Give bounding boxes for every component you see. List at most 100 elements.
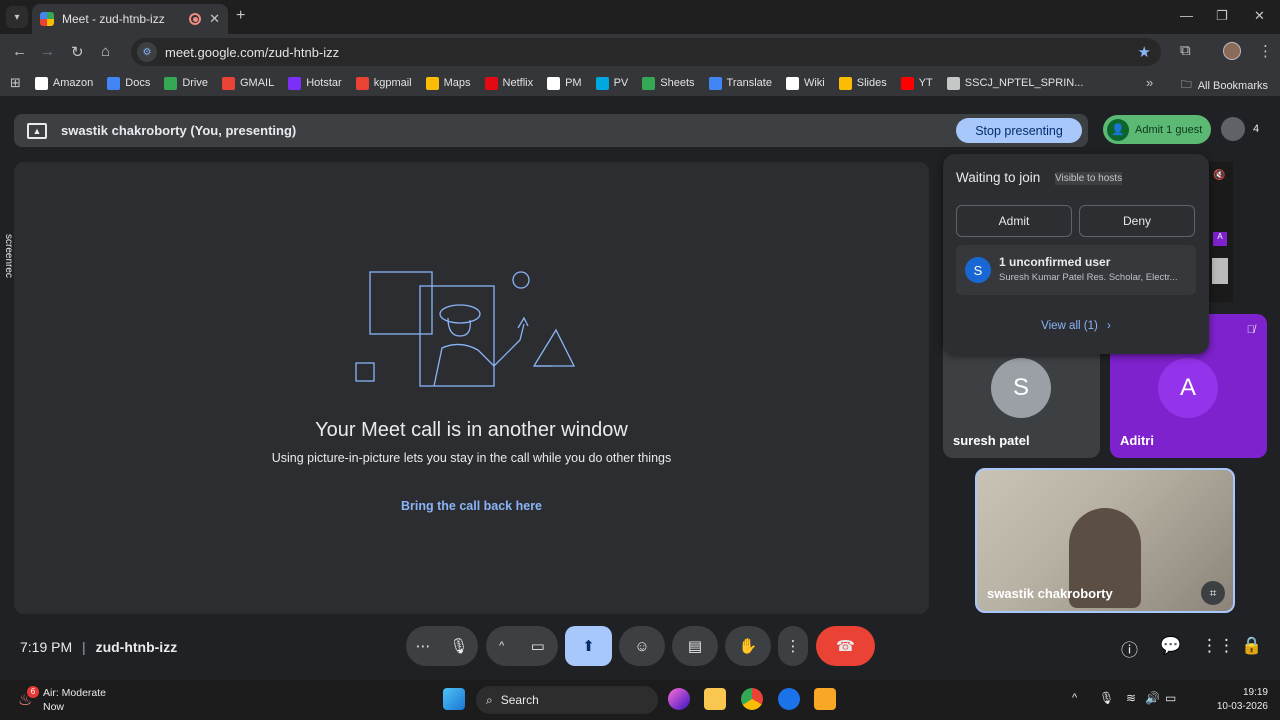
bookmark-item[interactable]: kgpmail [355,76,412,90]
deny-button[interactable]: Deny [1079,205,1195,237]
copilot-icon[interactable] [668,688,690,710]
bookmark-item[interactable]: Docs [107,76,150,90]
address-bar[interactable]: ⚙ meet.google.com/zud-htnb-izz ★ [131,38,1161,66]
profile-avatar[interactable] [1223,42,1241,60]
meeting-info-icon[interactable]: ⓘ [1121,636,1138,661]
meet-app: screenrec ▲ swastik chakroborty (You, pr… [0,96,1280,680]
forward-icon[interactable]: → [40,43,55,60]
taskbar-search[interactable]: ⌕ Search [476,686,658,714]
window-close-icon[interactable]: ✕ [1254,8,1265,24]
crop-icon[interactable]: ⌗ [1201,581,1225,605]
waiting-user-title: 1 unconfirmed user [999,255,1111,269]
stop-presenting-button[interactable]: Stop presenting [956,118,1082,143]
bookmark-item[interactable]: Drive [164,76,208,90]
browser-tab[interactable]: Meet - zud-htnb-izz ✕ [32,4,228,34]
weather-sub: Now [43,701,65,713]
apps-grid-icon[interactable]: ⊞ [10,75,21,91]
bookmark-label: GMAIL [240,77,275,89]
microphone-icon[interactable]: 🎙 [449,637,468,655]
bookmark-label: PV [613,77,629,89]
bookmark-item[interactable]: Netflix [484,76,533,90]
bookmark-star-icon[interactable]: ★ [1138,43,1151,61]
weather-title: Air: Moderate [43,687,107,699]
people-button[interactable]: 4 [1221,117,1259,141]
chrome-icon[interactable] [741,688,763,710]
more-options-button[interactable]: ⋮ [778,626,808,666]
all-bookmarks[interactable]: 🗀 All Bookmarks [1181,76,1268,95]
bookmark-item[interactable]: Maps [425,76,471,90]
extensions-icon[interactable]: ⧉ [1180,42,1191,59]
bookmark-label: Sheets [660,77,695,89]
bookmark-label: kgpmail [373,77,412,89]
emoji-icon: ☺ [634,637,650,655]
battery-icon[interactable]: ▭ [1165,691,1176,705]
bookmark-item[interactable]: SSCJ_NPTEL_SPRIN... [946,76,1083,90]
new-tab-button[interactable]: + [236,7,245,25]
tray-mic-icon[interactable]: 🎙 [1099,691,1114,705]
view-all-link[interactable]: View all (1) › [943,320,1209,332]
bookmark-item[interactable]: Slides [838,76,887,90]
back-icon[interactable]: ← [12,43,27,60]
all-bookmarks-label: All Bookmarks [1197,79,1268,92]
tab-close-icon[interactable]: ✕ [209,11,220,27]
bookmark-item[interactable]: YT [900,76,933,90]
bookmark-label: Translate [726,77,772,89]
system-clock[interactable]: 19:19 10-03-2026 [1217,686,1268,714]
presenting-bar: ▲ swastik chakroborty (You, presenting) … [14,114,1088,147]
host-controls-icon[interactable]: 🔒 [1241,636,1262,656]
bookmark-item[interactable]: GMAIL [222,76,275,90]
tray-overflow-icon[interactable]: ^ [1072,692,1077,704]
camera-icon[interactable]: ▭ [531,637,545,655]
bookmark-item[interactable]: PV [595,76,629,90]
tab-search-icon[interactable]: ▾ [6,6,28,28]
file-explorer-icon[interactable] [704,688,726,710]
bookmark-item[interactable]: Wiki [785,76,825,90]
audio-options-icon[interactable]: ⋯ [415,637,430,655]
bookmark-item[interactable]: Translate [708,76,772,90]
home-icon[interactable]: ⌂ [101,43,110,60]
admit-button[interactable]: Admit [956,205,1072,237]
bookmark-item[interactable]: PM [547,76,582,90]
waiting-title: Waiting to join [956,170,1041,185]
bring-call-back-link[interactable]: Bring the call back here [14,499,929,513]
bookmark-favicon-icon [34,76,48,90]
present-now-button[interactable]: ⬆ [565,626,612,666]
captions-button[interactable]: ▤ [672,626,718,666]
wifi-icon[interactable]: ≋ [1126,691,1136,705]
bookmark-item[interactable]: Amazon [34,76,94,90]
site-info-icon[interactable]: ⚙ [137,42,157,62]
browser-menu-icon[interactable]: ⋮ [1258,42,1273,60]
bookmark-item[interactable]: Hotstar [288,76,342,90]
reload-icon[interactable]: ↻ [71,43,84,61]
emoji-button[interactable]: ☺ [619,626,665,666]
bookmark-label: YT [918,77,933,89]
mic-control-group: ⋯ 🎙 [406,626,478,666]
restore-icon[interactable]: ❐ [1216,8,1228,24]
activities-icon[interactable]: ⋮⋮ [1201,636,1235,656]
hand-icon: ✋ [738,638,758,655]
weather-widget[interactable]: Air: Moderate Now [43,686,106,714]
screenrec-label: screenrec [3,234,14,278]
bookmark-label: Amazon [52,77,94,89]
tile-name: suresh patel [953,433,1030,448]
video-options-icon[interactable]: ^ [499,640,504,652]
search-icon: ⌕ [486,692,493,707]
tile-self-video[interactable]: swastik chakroborty ⌗ [975,468,1235,613]
waiting-user-row[interactable]: S 1 unconfirmed user Suresh Kumar Patel … [956,245,1196,295]
weather-widget-icon[interactable]: ♨ 6 [18,686,39,709]
more-bookmarks-icon[interactable]: » [1146,75,1153,90]
volume-icon[interactable]: 🔊 [1145,691,1160,705]
admit-guest-button[interactable]: 👤 Admit 1 guest [1103,115,1211,144]
screenrec-app-icon[interactable] [814,688,836,710]
bookmark-item[interactable]: Sheets [642,76,695,90]
participants-avatar-icon [1221,117,1245,141]
mic-off-icon: 🎙̸ [1246,324,1255,336]
folder-icon: 🗀 [1180,79,1192,91]
minimize-icon[interactable]: — [1180,8,1193,23]
raise-hand-button[interactable]: ✋ [725,626,771,666]
chat-icon[interactable]: 💬 [1160,636,1181,656]
windows-start-icon[interactable] [443,688,465,710]
app-icon[interactable] [778,688,800,710]
leave-call-button[interactable]: ☎ [816,626,875,666]
stage-title: Your Meet call is in another window [315,419,628,441]
